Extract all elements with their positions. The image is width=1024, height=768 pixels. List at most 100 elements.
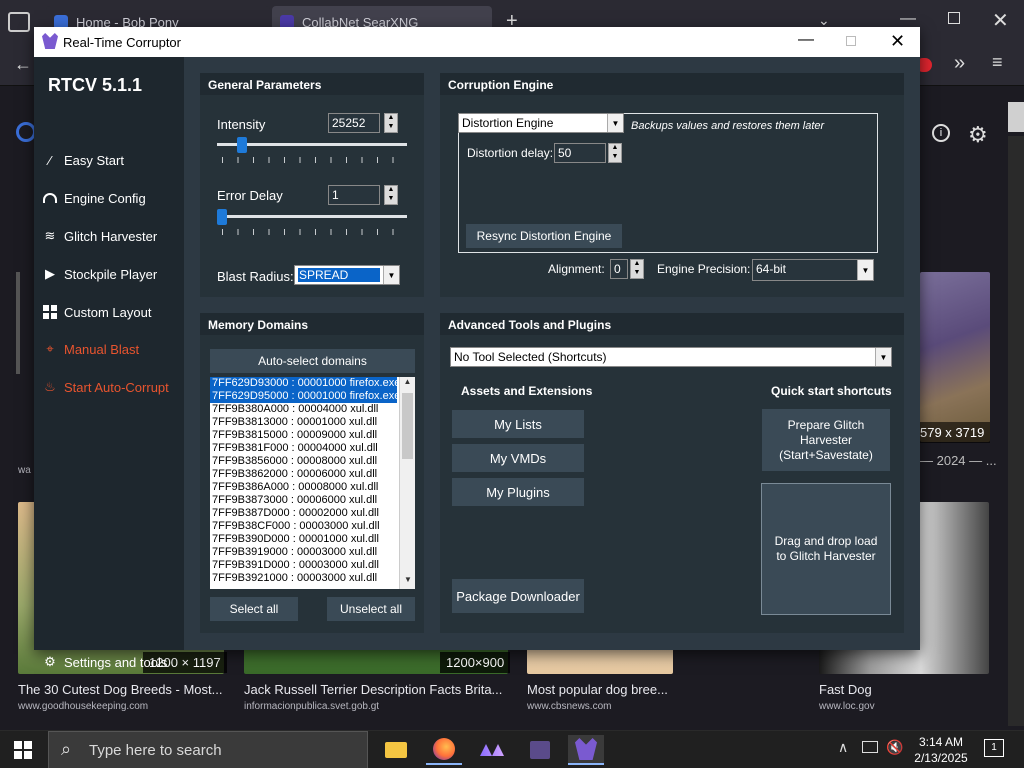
- corruption-engine-panel: Corruption Engine Distortion Engine ▼ Ba…: [440, 73, 904, 297]
- settings-and-tools-button[interactable]: ⚙ Settings and tools: [42, 651, 182, 673]
- tray-chevron-up-icon[interactable]: ∧: [838, 739, 848, 756]
- page-scrollbar-track[interactable]: [1008, 136, 1024, 726]
- blast-radius-select[interactable]: SPREAD ▼: [294, 265, 400, 285]
- domain-row[interactable]: 7FF9B3919000 : 00003000 xul.dll: [210, 546, 397, 559]
- domain-row[interactable]: 7FF9B387D000 : 00002000 xul.dll: [210, 507, 397, 520]
- alignment-spinner[interactable]: ▲ ▼: [630, 259, 644, 279]
- intensity-spinner[interactable]: ▲ ▼: [384, 113, 398, 133]
- page-scrollbar[interactable]: [1008, 102, 1024, 132]
- list-scrollbar[interactable]: ▲ ▼: [399, 377, 415, 589]
- result-title[interactable]: The 30 Cutest Dog Breeds - Most...: [18, 682, 226, 697]
- domain-row[interactable]: 7FF629D95000 : 00001000 firefox.exe: [210, 390, 397, 403]
- select-all-button[interactable]: Select all: [210, 597, 298, 621]
- result-thumbnail[interactable]: [920, 272, 990, 442]
- domain-row[interactable]: 7FF629D93000 : 00001000 firefox.exe: [210, 377, 397, 390]
- result-title[interactable]: Jack Russell Terrier Description Facts B…: [244, 682, 508, 697]
- windows-start-icon[interactable]: [14, 741, 32, 759]
- file-explorer-icon[interactable]: [378, 735, 414, 765]
- domain-row[interactable]: 7FF9B391D000 : 00003000 xul.dll: [210, 559, 397, 572]
- sidebar-item-manual-blast[interactable]: ⌖ Manual Blast: [42, 338, 182, 360]
- my-plugins-button[interactable]: My Plugins: [452, 478, 584, 506]
- clock-date[interactable]: 2/13/2025: [908, 751, 974, 765]
- sidebar-item-start-auto-corrupt[interactable]: ♨ Start Auto-Corrupt: [42, 376, 182, 398]
- domain-row[interactable]: 7FF9B390D000 : 00001000 xul.dll: [210, 533, 397, 546]
- sidebar-item-easy-start[interactable]: ⁄ Easy Start: [42, 149, 182, 171]
- taskbar-search-input[interactable]: ⌕ Type here to search: [48, 731, 368, 768]
- distortion-delay-spinner[interactable]: ▲ ▼: [608, 143, 622, 163]
- engine-precision-select[interactable]: 64-bit ▼: [752, 259, 874, 281]
- network-icon[interactable]: [862, 741, 878, 753]
- domain-row[interactable]: 7FF9B38CF000 : 00003000 xul.dll: [210, 520, 397, 533]
- volume-muted-icon[interactable]: 🔇: [886, 739, 903, 756]
- memory-domains-panel: Memory Domains Auto-select domains 7FF62…: [200, 313, 424, 633]
- panel-header: General Parameters: [200, 73, 424, 95]
- hamburger-menu-icon[interactable]: ≡: [992, 52, 1003, 73]
- close-browser-icon[interactable]: ✕: [992, 8, 1009, 33]
- sidebar-item-label: Start Auto-Corrupt: [64, 379, 169, 395]
- select-value: 64-bit: [756, 262, 787, 276]
- searxng-logo-icon: [16, 122, 36, 142]
- my-lists-button[interactable]: My Lists: [452, 410, 584, 438]
- distortion-delay-input[interactable]: 50: [554, 143, 606, 163]
- memory-domain-list[interactable]: 7FF629D93000 : 00001000 firefox.exe 7FF62…: [210, 377, 415, 589]
- slider-thumb[interactable]: [217, 209, 227, 225]
- settings-gear-icon[interactable]: ⚙: [968, 122, 988, 148]
- info-icon[interactable]: i: [932, 124, 950, 142]
- slider-thumb[interactable]: [237, 137, 247, 153]
- engine-select[interactable]: Distortion Engine ▼: [458, 113, 624, 133]
- app-icon[interactable]: [474, 735, 510, 765]
- back-icon[interactable]: ←: [14, 54, 32, 75]
- firefox-icon[interactable]: [426, 735, 462, 765]
- resync-distortion-engine-button[interactable]: Resync Distortion Engine: [466, 224, 622, 248]
- domain-row[interactable]: 7FF9B386A000 : 00008000 xul.dll: [210, 481, 397, 494]
- domain-row[interactable]: 7FF9B3862000 : 00006000 xul.dll: [210, 468, 397, 481]
- play-icon: ▶: [45, 266, 55, 281]
- minimize-browser-icon[interactable]: —: [900, 10, 916, 28]
- intensity-slider[interactable]: [217, 137, 408, 163]
- overflow-chevrons-icon[interactable]: »: [954, 52, 965, 75]
- error-delay-slider[interactable]: [217, 209, 408, 235]
- restore-browser-icon[interactable]: [948, 12, 960, 24]
- notification-center-icon[interactable]: 1: [984, 739, 1004, 757]
- result-url: www.goodhousekeeping.com: [18, 701, 149, 712]
- domain-row[interactable]: 7FF9B3873000 : 00006000 xul.dll: [210, 494, 397, 507]
- sidebar-item-stockpile-player[interactable]: ▶ Stockpile Player: [42, 263, 182, 285]
- domain-row[interactable]: 7FF9B3815000 : 00009000 xul.dll: [210, 429, 397, 442]
- intensity-input[interactable]: 25252: [328, 113, 380, 133]
- scroll-up-icon[interactable]: ▲: [400, 377, 415, 391]
- drag-drop-zone[interactable]: Drag and drop load to Glitch Harvester: [761, 483, 891, 615]
- select-value: Distortion Engine: [462, 116, 554, 130]
- result-title[interactable]: Most popular dog bree...: [527, 682, 677, 697]
- alignment-input[interactable]: 0: [610, 259, 628, 279]
- sidebar-item-glitch-harvester[interactable]: ≋ Glitch Harvester: [42, 225, 182, 247]
- error-delay-input[interactable]: 1: [328, 185, 380, 205]
- domain-row[interactable]: 7FF9B3921000 : 00003000 xul.dll: [210, 572, 397, 585]
- rtcv-taskbar-icon[interactable]: [568, 735, 604, 765]
- result-title[interactable]: Fast Dog: [819, 682, 989, 697]
- clock-time[interactable]: 3:14 AM: [908, 735, 974, 749]
- tool-select[interactable]: No Tool Selected (Shortcuts) ▼: [450, 347, 892, 367]
- sidebar-item-custom-layout[interactable]: Custom Layout: [42, 301, 182, 323]
- scrollbar-thumb[interactable]: [402, 393, 413, 459]
- distortion-delay-label: Distortion delay:: [467, 146, 554, 160]
- scroll-down-icon[interactable]: ▼: [400, 575, 415, 589]
- close-icon[interactable]: ✕: [890, 31, 905, 52]
- domain-row[interactable]: 7FF9B381F000 : 00004000 xul.dll: [210, 442, 397, 455]
- unselect-all-button[interactable]: Unselect all: [327, 597, 415, 621]
- domain-row[interactable]: 7FF9B3856000 : 00008000 xul.dll: [210, 455, 397, 468]
- emulator-icon[interactable]: [522, 735, 558, 765]
- image-size-badge: 579 x 3719: [914, 422, 991, 443]
- domain-row[interactable]: 7FF9B3813000 : 00001000 xul.dll: [210, 416, 397, 429]
- error-delay-spinner[interactable]: ▲ ▼: [384, 185, 398, 205]
- domain-row[interactable]: 7FF9B380A000 : 00004000 xul.dll: [210, 403, 397, 416]
- tab-list-icon[interactable]: [8, 12, 30, 32]
- auto-select-domains-button[interactable]: Auto-select domains: [210, 349, 415, 373]
- package-downloader-button[interactable]: Package Downloader: [452, 579, 584, 613]
- sidebar-item-engine-config[interactable]: Engine Config: [42, 187, 182, 209]
- grid-icon: [42, 304, 58, 320]
- prepare-glitch-harvester-button[interactable]: Prepare Glitch Harvester (Start+Savestat…: [762, 409, 890, 471]
- my-vmds-button[interactable]: My VMDs: [452, 444, 584, 472]
- slider-ticks: [222, 229, 408, 235]
- minimize-icon[interactable]: —: [798, 31, 814, 49]
- sidebar-item-label: Stockpile Player: [64, 266, 158, 282]
